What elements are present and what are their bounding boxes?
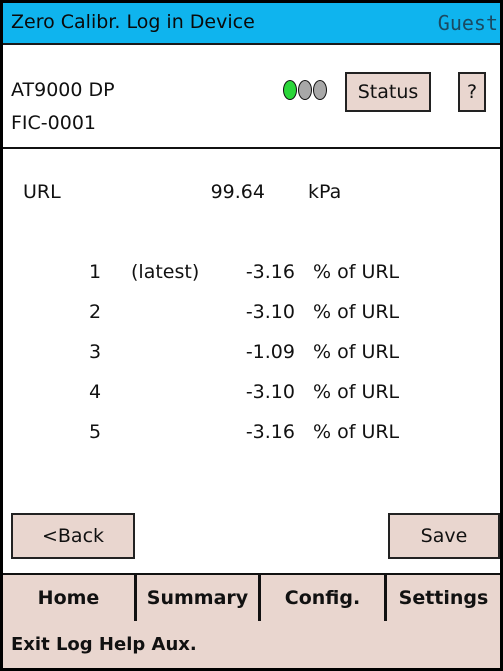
log-value: -3.16	[245, 261, 295, 283]
log-index: 5	[89, 421, 102, 443]
log-value: -1.09	[245, 341, 295, 363]
device-header: AT9000 DP FIC-0001 Status ?	[3, 45, 500, 149]
soft-key-menu: Exit Log Help Aux.	[3, 621, 500, 668]
url-unit: kPa	[308, 181, 342, 203]
title-bar: Zero Calibr. Log in Device Guest	[3, 3, 500, 45]
status-led-2	[298, 80, 312, 100]
tab-summary[interactable]: Summary	[137, 575, 261, 621]
log-unit: % of URL	[313, 301, 400, 323]
url-value: 99.64	[210, 181, 265, 203]
log-value: -3.10	[245, 381, 295, 403]
log-unit: % of URL	[313, 341, 400, 363]
user-label: Guest	[437, 11, 498, 35]
tab-config[interactable]: Config.	[261, 575, 387, 621]
status-led-green	[283, 80, 297, 100]
log-index: 3	[89, 341, 102, 363]
url-label: URL	[23, 181, 61, 203]
help-button[interactable]: ?	[458, 72, 486, 112]
tab-home[interactable]: Home	[3, 575, 137, 621]
status-led-3	[313, 80, 327, 100]
app-window: Zero Calibr. Log in Device Guest AT9000 …	[0, 0, 503, 671]
save-button[interactable]: Save	[388, 513, 500, 559]
log-value: -3.10	[245, 301, 295, 323]
soft-key-menu-labels[interactable]: Exit Log Help Aux.	[11, 634, 197, 655]
log-index: 2	[89, 301, 102, 323]
tab-settings[interactable]: Settings	[387, 575, 500, 621]
log-unit: % of URL	[313, 381, 400, 403]
status-button[interactable]: Status	[345, 72, 431, 112]
device-tag: FIC-0001	[11, 112, 97, 134]
device-model: AT9000 DP	[11, 79, 115, 101]
traffic-light-icon	[283, 80, 328, 102]
log-index: 4	[89, 381, 102, 403]
log-unit: % of URL	[313, 421, 400, 443]
screen-title: Zero Calibr. Log in Device	[11, 11, 255, 33]
log-note: (latest)	[131, 261, 200, 283]
back-button[interactable]: <Back	[11, 513, 135, 559]
log-index: 1	[89, 261, 102, 283]
log-value: -3.16	[245, 421, 295, 443]
tab-bar: Home Summary Config. Settings	[3, 573, 500, 623]
log-unit: % of URL	[313, 261, 400, 283]
